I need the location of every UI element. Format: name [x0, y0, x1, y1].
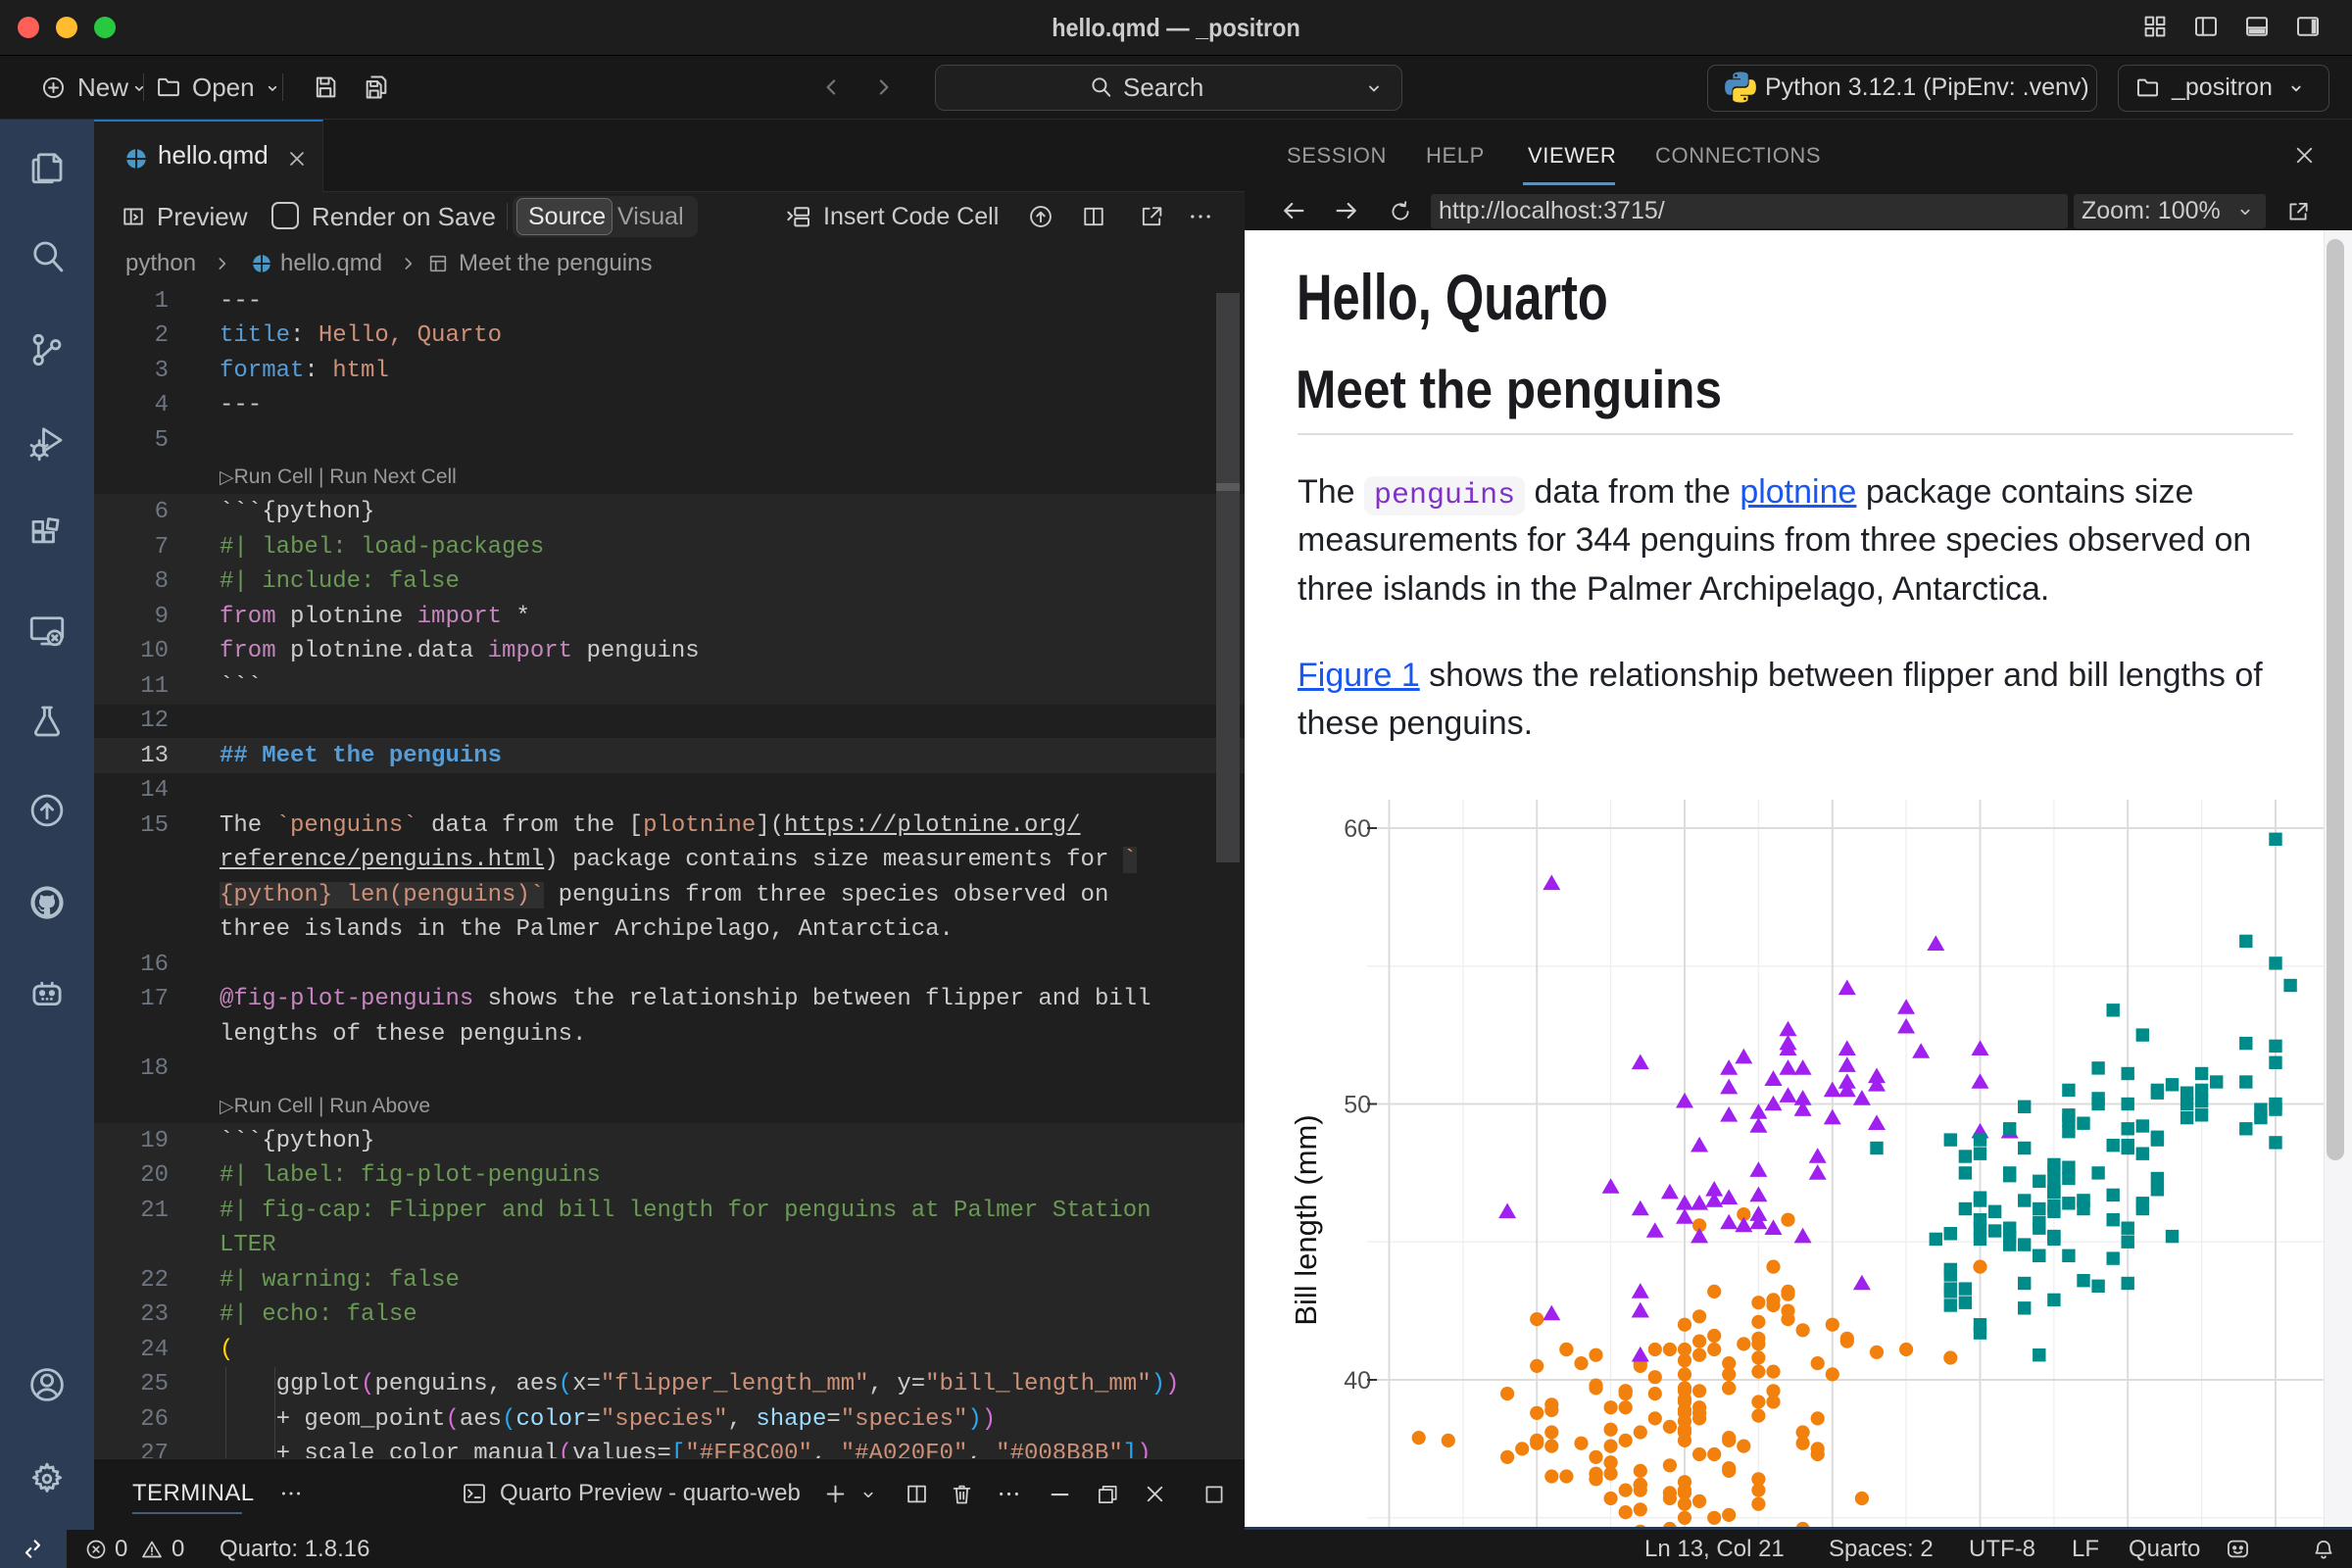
svg-text:Bill length (mm): Bill length (mm) — [1289, 1114, 1323, 1325]
svg-text:40: 40 — [1344, 1367, 1371, 1395]
svg-text:60: 60 — [1344, 815, 1371, 843]
svg-text:50: 50 — [1344, 1092, 1371, 1119]
